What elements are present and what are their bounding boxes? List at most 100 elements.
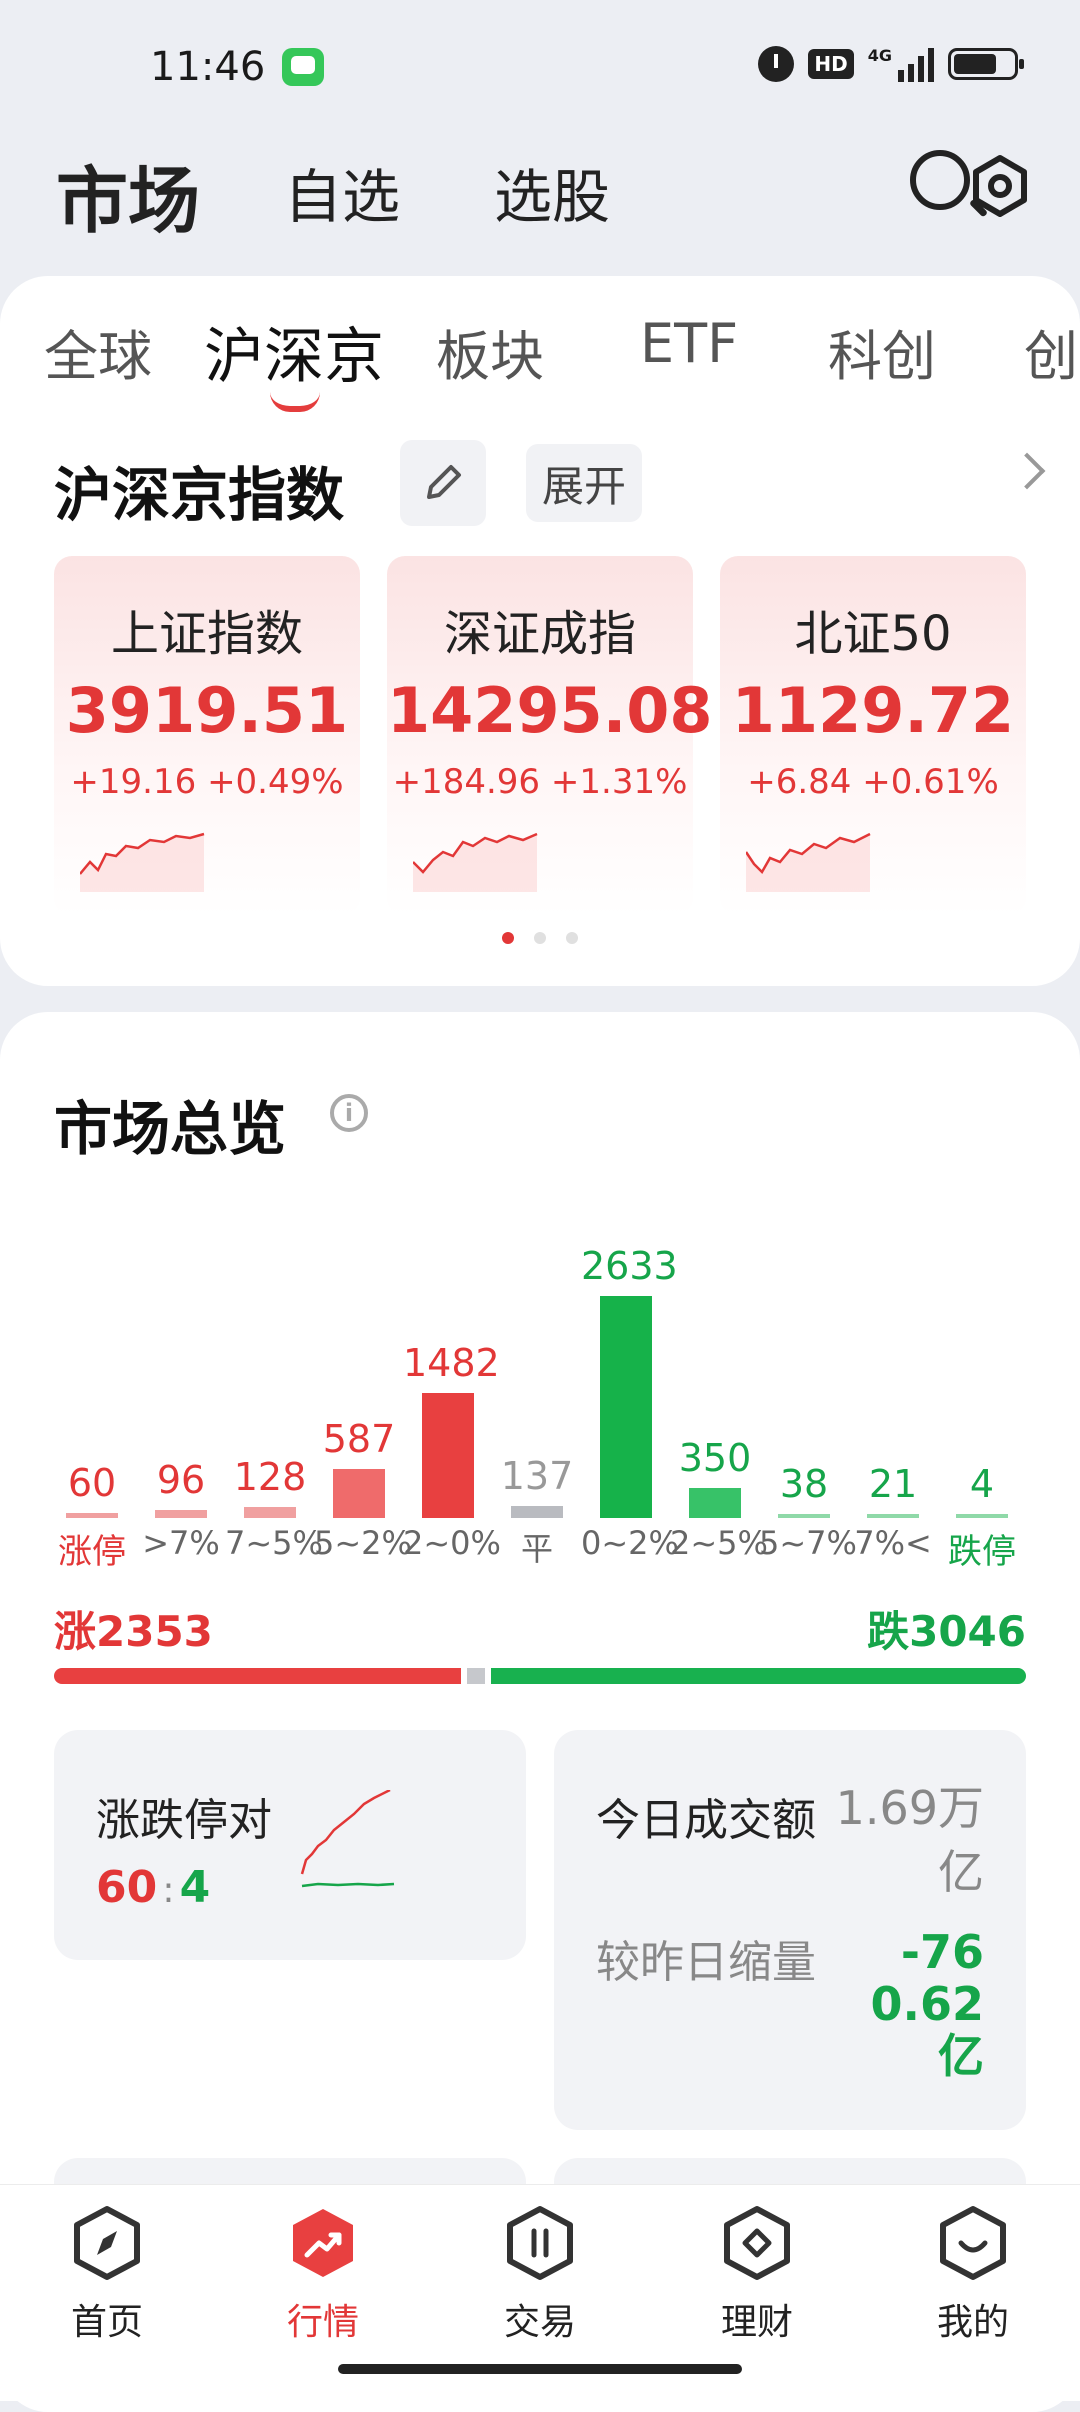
limit-down-count: 4: [179, 1862, 211, 1913]
index-value: 14295.08: [387, 674, 713, 747]
index-sparkline: [80, 832, 205, 892]
shrink-label: 较昨日缩量: [596, 1937, 816, 1988]
page-dot[interactable]: [534, 932, 546, 944]
index-card-szse[interactable]: 深证成指 14295.08 +184.96 +1.31%: [387, 556, 713, 916]
chart-value-label: 4: [969, 1462, 995, 1506]
chart-value-label: 60: [67, 1460, 117, 1505]
chart-category-label: 2~0%: [403, 1524, 501, 1562]
tab-market[interactable]: 市场: [56, 142, 200, 247]
index-name: 上证指数: [110, 606, 303, 662]
network-label: 4G: [867, 46, 892, 65]
chart-bar: [956, 1514, 1008, 1518]
index-sparkline: [746, 832, 871, 892]
settings-icon[interactable]: [968, 154, 1032, 218]
limit-trend-chart: [300, 1790, 395, 1888]
chart-bar: [511, 1506, 563, 1518]
index-card-sse[interactable]: 上证指数 3919.51 +19.16 +0.49%: [54, 556, 360, 916]
chart-value-label: 128: [233, 1455, 307, 1500]
limit-ratio: 60 : 4: [96, 1862, 210, 1913]
subtab-etf[interactable]: ETF: [640, 312, 738, 375]
nav-label: 首页: [70, 2302, 143, 2343]
rise-count: 涨2353: [54, 1607, 213, 1656]
chart-bar: [333, 1468, 385, 1518]
limit-title: 涨跌停对: [96, 1795, 272, 1846]
tab-watchlist[interactable]: 自选: [284, 150, 400, 234]
page-dot-active[interactable]: [502, 932, 514, 944]
nav-label: 交易: [503, 2302, 576, 2343]
chart-category-label: 涨停: [58, 1532, 126, 1572]
subtab-global[interactable]: 全球: [44, 312, 152, 391]
fall-segment: [491, 1668, 1026, 1684]
trend-up-icon: [293, 2209, 353, 2277]
index-card-bse50[interactable]: 北证50 1129.72 +6.84 +0.61%: [720, 556, 1026, 916]
chart-category-label: 7~5%: [225, 1524, 323, 1562]
nav-profile[interactable]: 我的: [898, 2203, 1048, 2345]
diamond-icon: [724, 2206, 790, 2280]
message-app-icon: [282, 48, 324, 86]
chart-value-label: 96: [156, 1457, 206, 1502]
nav-home[interactable]: 首页: [32, 2203, 182, 2345]
chart-value-label: 137: [500, 1454, 574, 1499]
index-name: 深证成指: [443, 606, 636, 662]
nav-wealth[interactable]: 理财: [682, 2203, 832, 2345]
status-icons: HD 4G: [758, 46, 1024, 82]
chart-value-label: 38: [779, 1462, 829, 1506]
chart-category-label: 5~2%: [314, 1524, 412, 1562]
chart-value-label: 587: [322, 1416, 396, 1461]
index-section-title: 沪深京指数: [54, 461, 345, 529]
subtab-star[interactable]: 科创: [828, 312, 936, 391]
nav-label: 行情: [286, 2302, 359, 2343]
nav-trade[interactable]: 交易: [465, 2203, 615, 2345]
trade-icon: [507, 2206, 573, 2280]
index-value: 1129.72: [731, 674, 1015, 747]
index-name: 北证50: [794, 606, 952, 662]
page-dot[interactable]: [566, 932, 578, 944]
edit-button[interactable]: [400, 440, 486, 526]
rise-segment: [54, 1668, 462, 1684]
signal-icon: 4G: [868, 46, 934, 82]
alarm-icon: [758, 46, 795, 82]
chart-value-label: 350: [678, 1436, 752, 1481]
chart-category-label: 7%<: [854, 1524, 932, 1562]
nav-label: 我的: [936, 2302, 1009, 2343]
expand-button[interactable]: 展开: [526, 444, 642, 522]
index-value: 3919.51: [65, 674, 349, 747]
chart-value-label: 2633: [581, 1244, 678, 1288]
chart-value-label: 21: [868, 1462, 918, 1506]
chart-bar: [600, 1296, 652, 1518]
chart-bar: [155, 1509, 207, 1518]
home-indicator[interactable]: [338, 2364, 742, 2374]
chart-category-label: >7%: [142, 1524, 220, 1562]
info-icon[interactable]: i: [330, 1094, 368, 1132]
tab-stock-picker[interactable]: 选股: [494, 150, 610, 234]
chart-category-label: 5~7%: [759, 1524, 857, 1562]
nav-market[interactable]: 行情: [248, 2203, 398, 2345]
smile-icon: [940, 2206, 1006, 2280]
battery-icon: [948, 48, 1024, 80]
status-time: 11:46: [150, 44, 266, 90]
index-sparkline: [413, 832, 538, 892]
pencil-icon: [427, 465, 461, 499]
flat-segment: [467, 1668, 486, 1684]
subtab-hushenjing[interactable]: 沪深京: [204, 308, 384, 395]
nav-label: 理财: [720, 2302, 793, 2343]
index-change: +19.16 +0.49%: [70, 762, 344, 802]
subtab-chinext[interactable]: 创: [1024, 312, 1078, 391]
hd-badge: HD: [808, 49, 854, 79]
chart-value-label: 1482: [403, 1341, 500, 1386]
chart-bar: [66, 1512, 118, 1518]
subtab-sector[interactable]: 板块: [436, 312, 544, 391]
chart-bar: [689, 1488, 741, 1518]
chart-category-label: 跌停: [948, 1532, 1016, 1572]
chart-bar: [422, 1393, 474, 1518]
chart-category-label: 0~2%: [581, 1524, 679, 1562]
chart-bar: [867, 1514, 919, 1518]
chart-bar: [778, 1514, 830, 1518]
limit-up-count: 60: [96, 1862, 158, 1913]
search-icon[interactable]: [910, 150, 970, 210]
index-change: +184.96 +1.31%: [392, 762, 688, 802]
turnover-title: 今日成交额: [596, 1795, 816, 1846]
shrink-value: -76 0.62 亿: [870, 1925, 985, 2083]
chart-category-label: 2~5%: [670, 1524, 768, 1562]
limit-separator: :: [162, 1870, 175, 1911]
